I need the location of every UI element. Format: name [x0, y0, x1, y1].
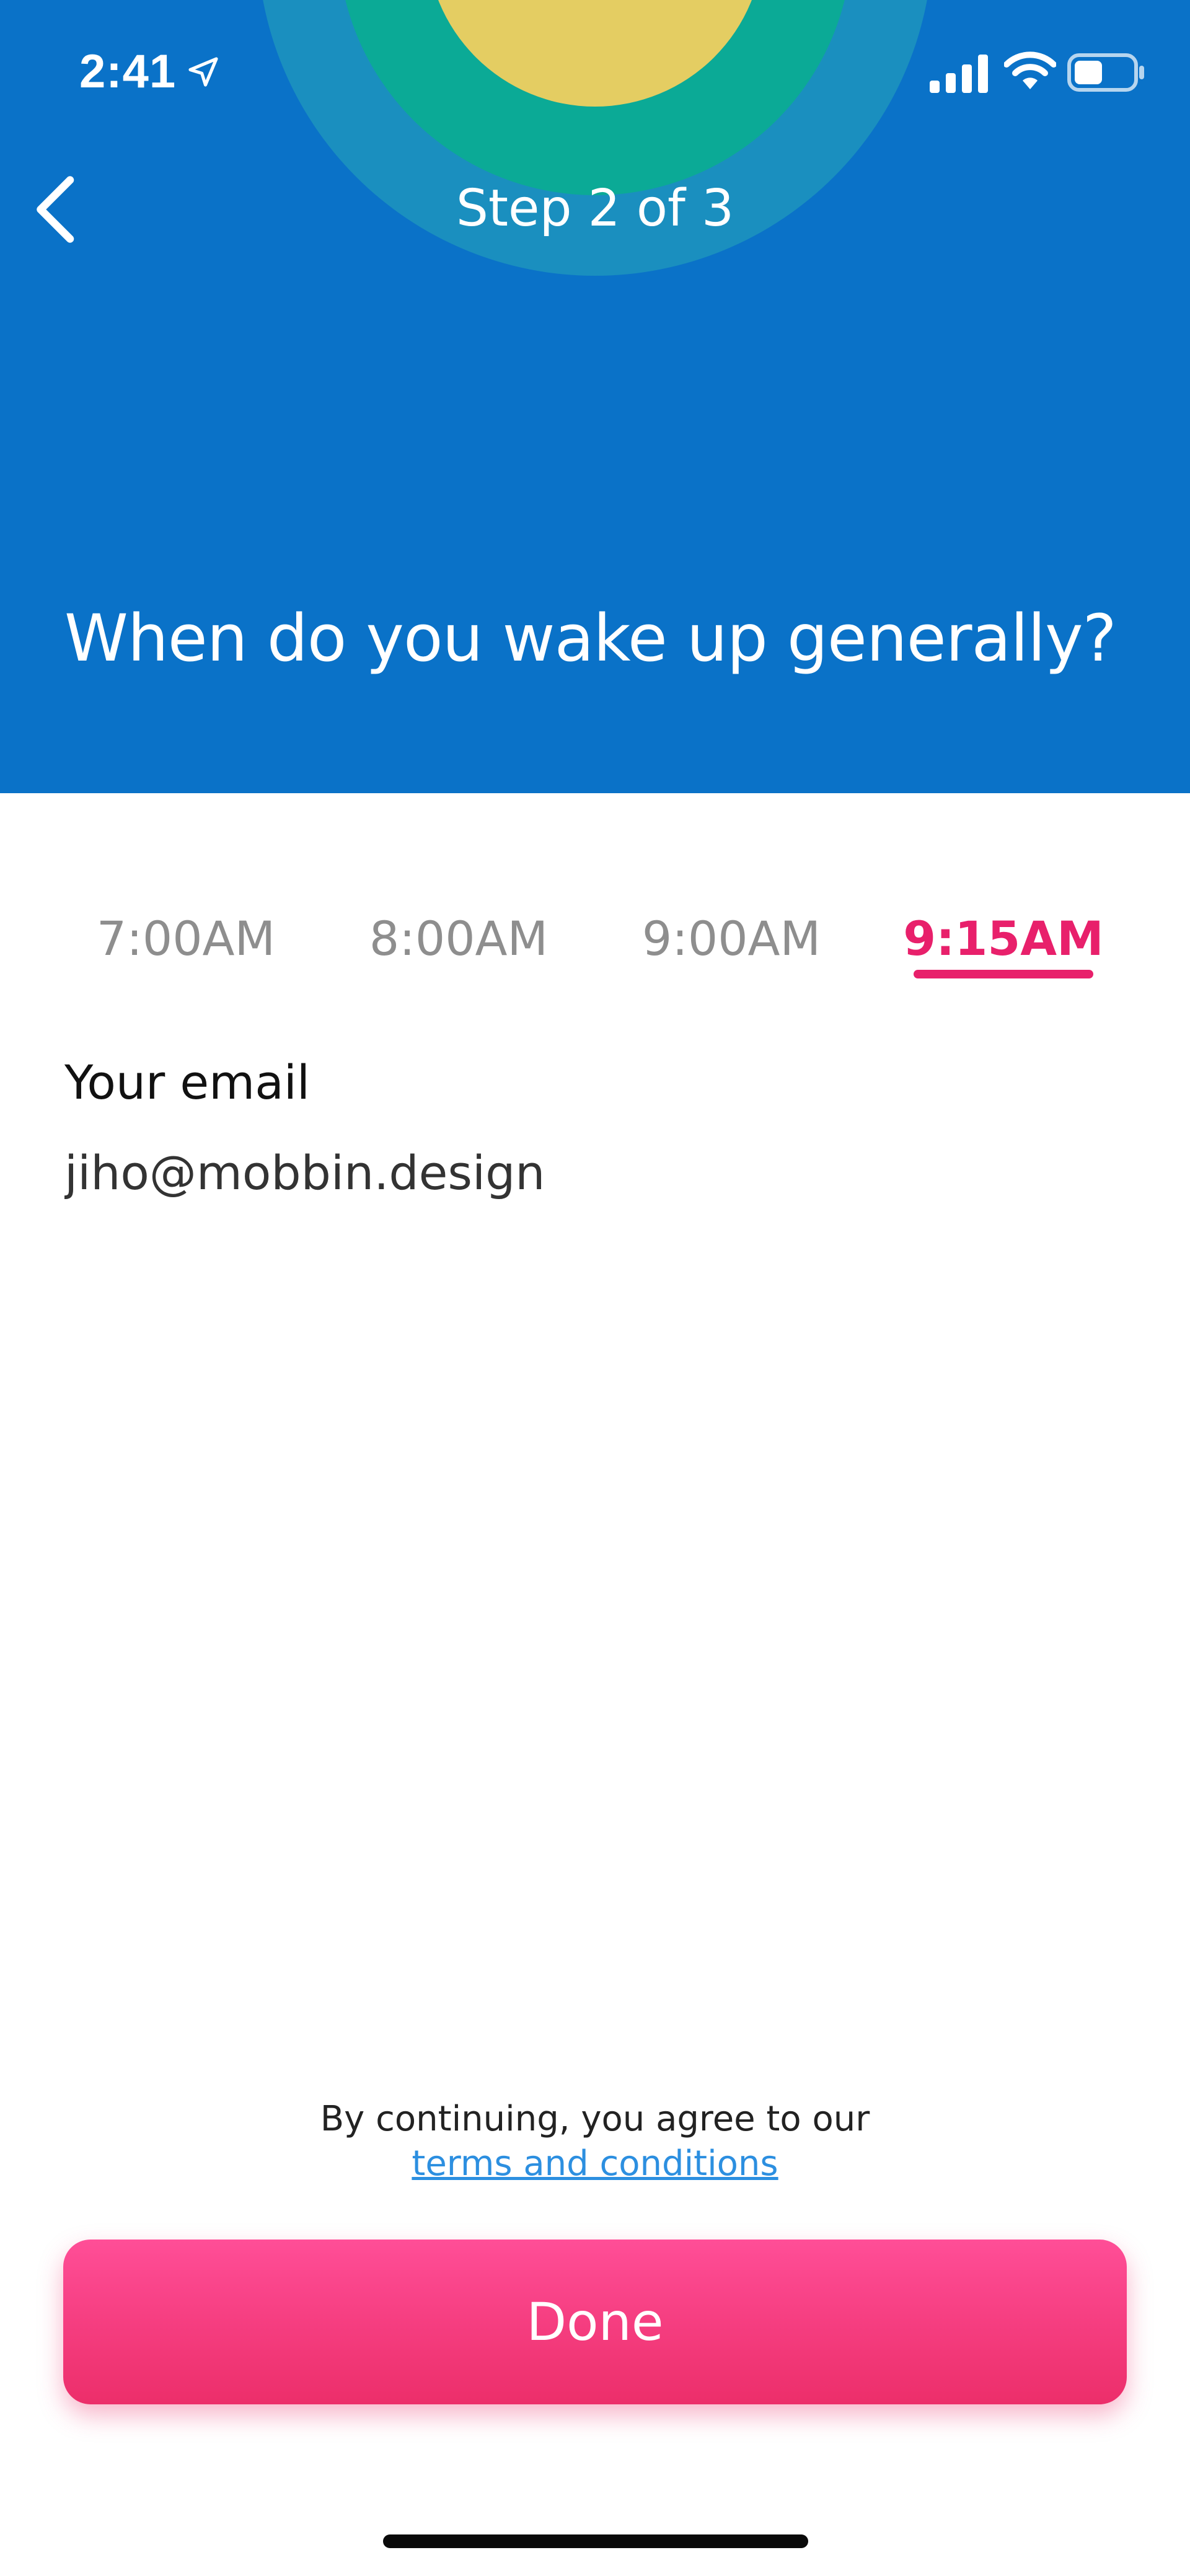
selected-time-underline [914, 970, 1093, 978]
step-indicator: Step 2 of 3 [456, 179, 734, 238]
time-option-8-00am[interactable]: 8:00AM [322, 905, 595, 973]
time-option-9-15am[interactable]: 9:15AM [867, 905, 1140, 973]
signal-icon [930, 55, 988, 93]
time-option-7-00am[interactable]: 7:00AM [50, 905, 322, 973]
battery-icon [1067, 53, 1144, 92]
wifi-icon [1004, 51, 1056, 89]
status-time: 2:41 [79, 45, 177, 98]
email-field[interactable] [64, 1139, 1056, 1207]
email-label: Your email [64, 1055, 310, 1110]
header: 2:41 Step 2 of 3 When do you wake up gen… [0, 0, 1190, 793]
terms-text: By continuing, you agree to our [320, 2099, 870, 2139]
done-button[interactable]: Done [63, 2240, 1127, 2404]
question-heading: When do you wake up generally? [64, 600, 1117, 676]
terms-link[interactable]: terms and conditions [0, 2139, 1190, 2189]
time-option-9-00am[interactable]: 9:00AM [595, 905, 868, 973]
home-indicator [383, 2534, 808, 2548]
location-arrow-icon [188, 57, 218, 87]
